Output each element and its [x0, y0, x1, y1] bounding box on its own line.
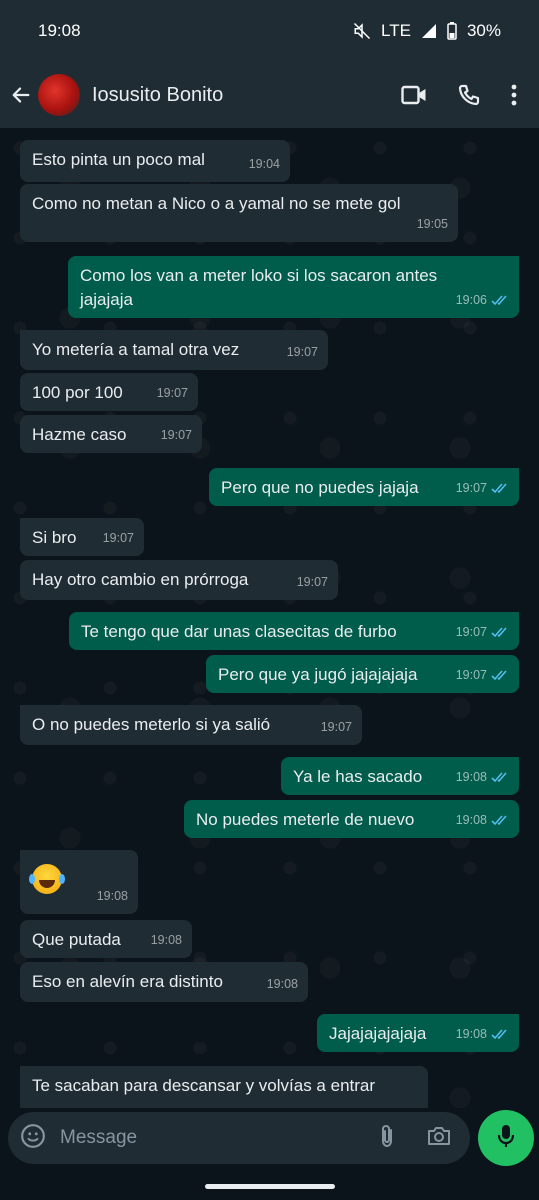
message-text: Ya le has sacado [293, 767, 423, 786]
home-gesture-pill[interactable] [205, 1184, 335, 1189]
status-time: 19:08 [38, 21, 81, 40]
message-bubble-incoming[interactable]: Hazme caso 19:07 [20, 415, 202, 453]
message-bubble-incoming[interactable]: Yo metería a tamal otra vez 19:07 [20, 330, 328, 370]
message-time: 19:08 [455, 770, 487, 784]
message-bubble-incoming[interactable]: Te sacaban para descansar y volvías a en… [20, 1066, 428, 1108]
message-bubble-incoming[interactable]: O no puedes meterlo si ya salió 19:07 [20, 705, 362, 745]
camera-icon[interactable] [426, 1124, 452, 1153]
message-text: Jajajajajajaja [329, 1024, 427, 1043]
message-time: 19:07 [320, 720, 352, 734]
mute-icon [353, 22, 371, 40]
message-text: Que putada [32, 930, 121, 949]
message-text: Yo metería a tamal otra vez [32, 340, 240, 359]
message-time: 19:08 [455, 1027, 487, 1041]
message-time: 19:07 [102, 531, 134, 545]
chat-header: Iosusito Bonito [0, 62, 539, 128]
message-bubble-incoming[interactable]: Si bro 19:07 [20, 518, 144, 556]
message-text: O no puedes meterlo si ya salió [32, 715, 271, 734]
message-bubble-incoming[interactable]: Hay otro cambio en prórroga 19:07 [20, 560, 338, 600]
back-arrow-icon[interactable] [4, 84, 38, 106]
message-bubble-outgoing[interactable]: Jajajajajajaja 19:08 [317, 1014, 519, 1052]
message-input[interactable]: Message [60, 1127, 376, 1149]
message-text: No puedes meterle de nuevo [196, 810, 415, 829]
emoji-icon[interactable] [20, 1123, 46, 1154]
message-time: 19:07 [296, 575, 328, 589]
read-ticks-icon [491, 771, 509, 783]
contact-name[interactable]: Iosusito Bonito [92, 84, 401, 107]
battery-level: 30% [466, 21, 501, 40]
read-ticks-icon [491, 669, 509, 681]
message-composer: Message [8, 1112, 470, 1164]
read-ticks-icon [491, 1028, 509, 1040]
message-bubble-outgoing[interactable]: Te tengo que dar unas clasecitas de furb… [69, 612, 519, 650]
mic-icon [496, 1123, 516, 1154]
network-type: LTE [381, 21, 411, 40]
message-text: Te tengo que dar unas clasecitas de furb… [81, 622, 397, 641]
message-text: 100 por 100 [32, 383, 123, 402]
message-text: Hazme caso [32, 425, 127, 444]
message-bubble-incoming[interactable]: Que putada 19:08 [20, 920, 192, 958]
message-bubble-incoming[interactable]: Esto pinta un poco mal 19:04 [20, 140, 290, 182]
signal-icon [421, 23, 437, 39]
message-time: 19:07 [160, 428, 192, 442]
message-time: 19:07 [455, 481, 487, 495]
message-text: Como los van a meter loko si los sacaron… [80, 266, 438, 309]
more-vert-icon[interactable] [511, 84, 517, 106]
message-text: Pero que no puedes jajaja [221, 478, 419, 497]
message-bubble-outgoing[interactable]: Pero que ya jugó jajajajaja 19:07 [206, 655, 519, 693]
battery-icon [447, 22, 457, 40]
message-bubble-outgoing[interactable]: Pero que no puedes jajaja 19:07 [209, 468, 519, 506]
message-bubble-incoming[interactable]: 19:08 [20, 850, 138, 914]
read-ticks-icon [491, 482, 509, 494]
message-time: 19:05 [416, 217, 448, 231]
voice-message-button[interactable] [478, 1110, 534, 1166]
status-bar: 19:08 LTE 30% [0, 0, 539, 62]
message-bubble-outgoing[interactable]: Como los van a meter loko si los sacaron… [68, 256, 519, 318]
message-text: Si bro [32, 528, 77, 547]
chat-area[interactable]: Esto pinta un poco mal 19:04 Como no met… [0, 128, 539, 1108]
message-time: 19:07 [156, 386, 188, 400]
video-call-icon[interactable] [401, 84, 427, 106]
status-icons: LTE 30% [353, 21, 501, 41]
message-time: 19:06 [455, 293, 487, 307]
phone-icon[interactable] [457, 83, 481, 107]
message-text: Como no metan a Nico o a yamal no se met… [32, 194, 401, 213]
tears-of-joy-emoji [29, 864, 62, 894]
read-ticks-icon [491, 814, 509, 826]
message-text: Hay otro cambio en prórroga [32, 570, 249, 589]
read-ticks-icon [491, 626, 509, 638]
message-text: Eso en alevín era distinto [32, 972, 223, 991]
message-bubble-incoming[interactable]: Como no metan a Nico o a yamal no se met… [20, 184, 458, 242]
message-text: Pero que ya jugó jajajajaja [218, 665, 418, 684]
message-text: Esto pinta un poco mal [32, 150, 205, 169]
message-text: Te sacaban para descansar y volvías a en… [32, 1076, 376, 1095]
attach-icon[interactable] [376, 1123, 398, 1154]
message-time: 19:08 [455, 813, 487, 827]
read-ticks-icon [491, 294, 509, 306]
message-time: 19:08 [266, 977, 298, 991]
message-time: 19:07 [455, 625, 487, 639]
message-time: 19:08 [150, 933, 182, 947]
message-bubble-incoming[interactable]: Eso en alevín era distinto 19:08 [20, 962, 308, 1002]
message-bubble-outgoing[interactable]: No puedes meterle de nuevo 19:08 [184, 800, 519, 838]
message-bubble-incoming[interactable]: 100 por 100 19:07 [20, 373, 198, 411]
avatar[interactable] [38, 74, 80, 116]
message-time: 19:04 [248, 157, 280, 171]
message-time: 19:08 [96, 889, 128, 903]
message-time: 19:07 [286, 345, 318, 359]
message-bubble-outgoing[interactable]: Ya le has sacado 19:08 [281, 757, 519, 795]
message-time: 19:07 [455, 668, 487, 682]
